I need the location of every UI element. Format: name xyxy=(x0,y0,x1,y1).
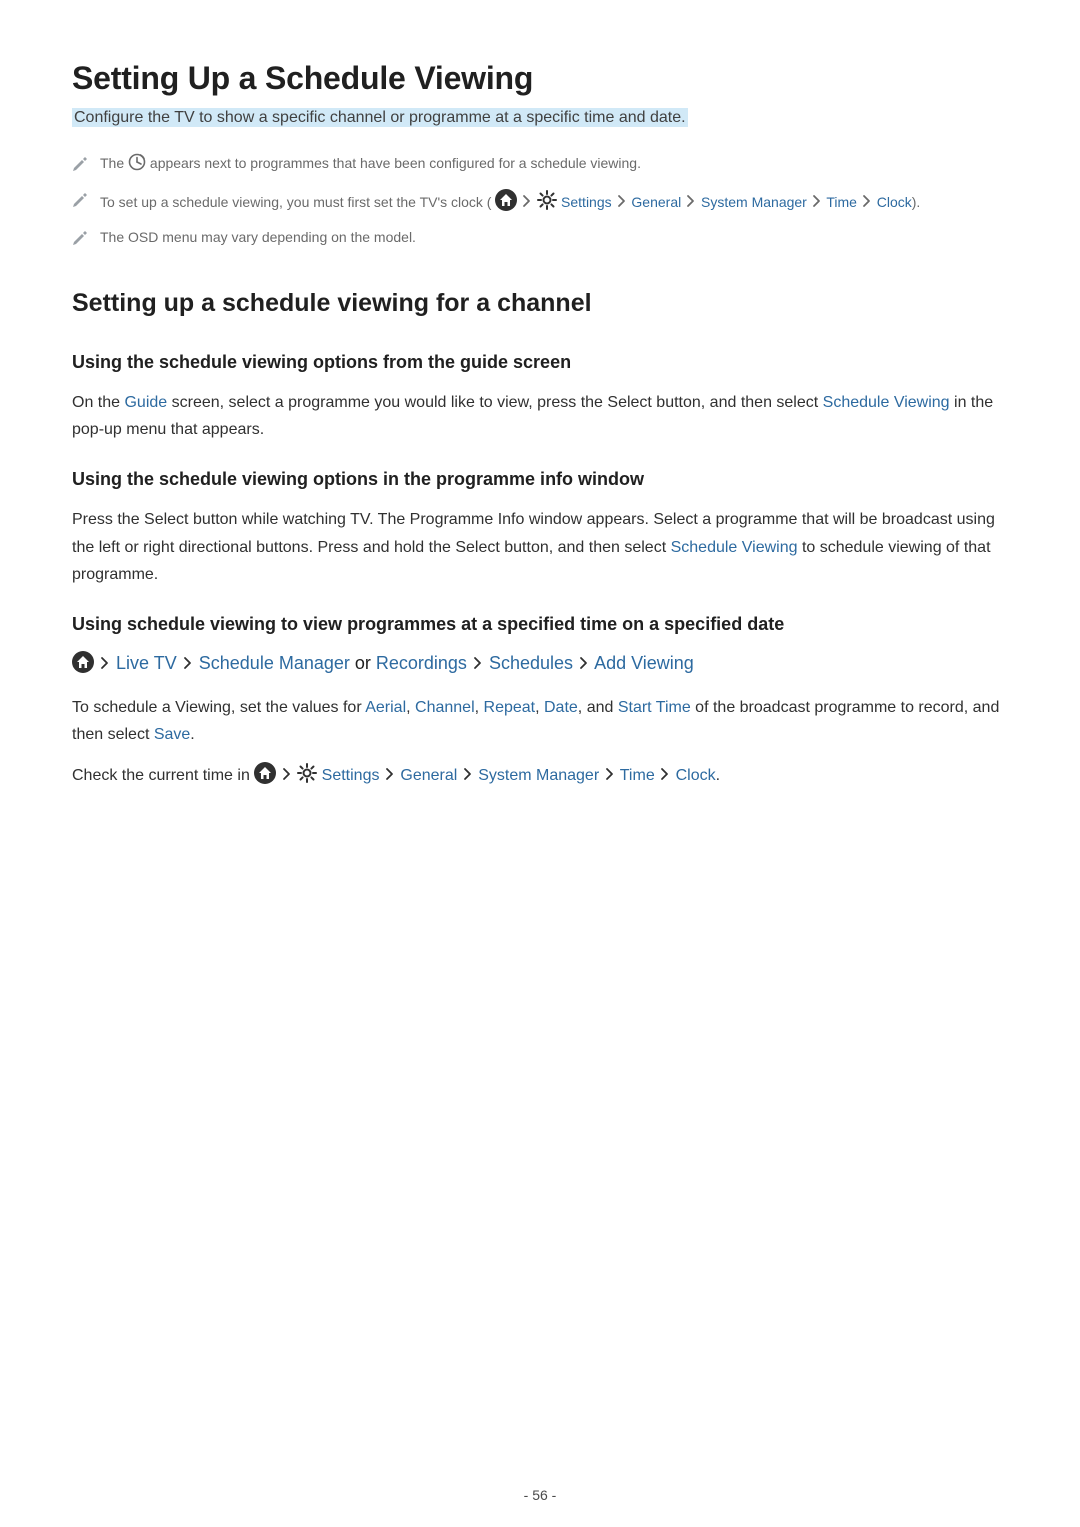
body-paragraph: Press the Select button while watching T… xyxy=(72,506,1008,588)
chevron-right-icon xyxy=(861,194,873,208)
link-schedule-viewing: Schedule Viewing xyxy=(671,539,798,556)
text-fragment: , xyxy=(535,699,544,716)
home-icon xyxy=(72,651,94,678)
note-item: The appears next to programmes that have… xyxy=(72,153,1008,179)
note-text-fragment: appears next to programmes that have bee… xyxy=(150,155,641,171)
subtitle-text: Configure the TV to show a specific chan… xyxy=(72,108,688,127)
text-or: or xyxy=(350,653,376,673)
text-fragment: screen, select a programme you would lik… xyxy=(167,394,822,411)
link-guide: Guide xyxy=(124,394,167,411)
text-fragment: , xyxy=(406,699,415,716)
schedule-clock-icon xyxy=(128,153,146,178)
chevron-right-icon xyxy=(182,656,194,670)
page-number: - 56 - xyxy=(0,1487,1080,1503)
text-fragment: On the xyxy=(72,394,124,411)
home-icon xyxy=(254,762,276,793)
text-fragment: , and xyxy=(578,699,618,716)
path-system-manager: System Manager xyxy=(478,767,599,784)
note-item: The OSD menu may vary depending on the m… xyxy=(72,227,1008,253)
path-settings: Settings xyxy=(322,767,380,784)
body-paragraph: On the Guide screen, select a programme … xyxy=(72,389,1008,443)
chevron-right-icon xyxy=(281,767,293,781)
text-fragment: Check the current time in xyxy=(72,767,254,784)
path-general: General xyxy=(400,767,457,784)
path-system-manager: System Manager xyxy=(701,194,807,210)
param-aerial: Aerial xyxy=(365,699,406,716)
param-repeat: Repeat xyxy=(484,699,536,716)
path-clock: Clock xyxy=(676,767,716,784)
navigation-path: Live TV Schedule Manager or Recordings S… xyxy=(72,651,1008,678)
chevron-right-icon xyxy=(616,194,628,208)
param-start-time: Start Time xyxy=(618,699,691,716)
chevron-right-icon xyxy=(604,767,616,781)
home-icon xyxy=(495,189,517,218)
note-text: To set up a schedule viewing, you must f… xyxy=(100,189,1008,218)
subsection-heading: Using schedule viewing to view programme… xyxy=(72,614,1008,635)
chevron-right-icon xyxy=(384,767,396,781)
note-text-fragment: ). xyxy=(912,194,921,210)
chevron-right-icon xyxy=(659,767,671,781)
chevron-right-icon xyxy=(521,194,533,208)
link-schedule-viewing: Schedule Viewing xyxy=(823,394,950,411)
chevron-right-icon xyxy=(462,767,474,781)
action-save: Save xyxy=(154,726,190,743)
chevron-right-icon xyxy=(578,656,590,670)
text-fragment: . xyxy=(716,767,720,784)
subsection-heading: Using the schedule viewing options from … xyxy=(72,352,1008,373)
note-text-fragment: To set up a schedule viewing, you must f… xyxy=(100,194,491,210)
path-general: General xyxy=(631,194,681,210)
path-recordings: Recordings xyxy=(376,653,467,673)
chevron-right-icon xyxy=(685,194,697,208)
note-item: To set up a schedule viewing, you must f… xyxy=(72,189,1008,218)
path-add-viewing: Add Viewing xyxy=(594,653,694,673)
body-paragraph: Check the current time in Settings Gener… xyxy=(72,762,1008,793)
section-heading: Setting up a schedule viewing for a chan… xyxy=(72,289,1008,318)
path-schedules: Schedules xyxy=(489,653,573,673)
param-date: Date xyxy=(544,699,578,716)
path-schedule-manager: Schedule Manager xyxy=(199,653,350,673)
note-text: The OSD menu may vary depending on the m… xyxy=(100,227,1008,249)
gear-icon xyxy=(297,763,317,792)
text-fragment: . xyxy=(190,726,194,743)
chevron-right-icon xyxy=(99,656,111,670)
path-time: Time xyxy=(826,194,857,210)
pencil-icon xyxy=(72,228,88,253)
pencil-icon xyxy=(72,154,88,179)
page-subtitle: Configure the TV to show a specific chan… xyxy=(72,109,1008,127)
param-channel: Channel xyxy=(415,699,475,716)
gear-icon xyxy=(537,190,557,217)
body-paragraph: To schedule a Viewing, set the values fo… xyxy=(72,694,1008,748)
subsection-heading: Using the schedule viewing options in th… xyxy=(72,469,1008,490)
path-clock: Clock xyxy=(877,194,912,210)
note-text-fragment: The xyxy=(100,155,128,171)
page-title: Setting Up a Schedule Viewing xyxy=(72,60,1008,97)
path-settings: Settings xyxy=(561,194,612,210)
text-fragment: To schedule a Viewing, set the values fo… xyxy=(72,699,365,716)
path-live-tv: Live TV xyxy=(116,653,177,673)
text-fragment: , xyxy=(475,699,484,716)
path-time: Time xyxy=(620,767,655,784)
chevron-right-icon xyxy=(811,194,823,208)
pencil-icon xyxy=(72,190,88,215)
note-text: The appears next to programmes that have… xyxy=(100,153,1008,178)
chevron-right-icon xyxy=(472,656,484,670)
